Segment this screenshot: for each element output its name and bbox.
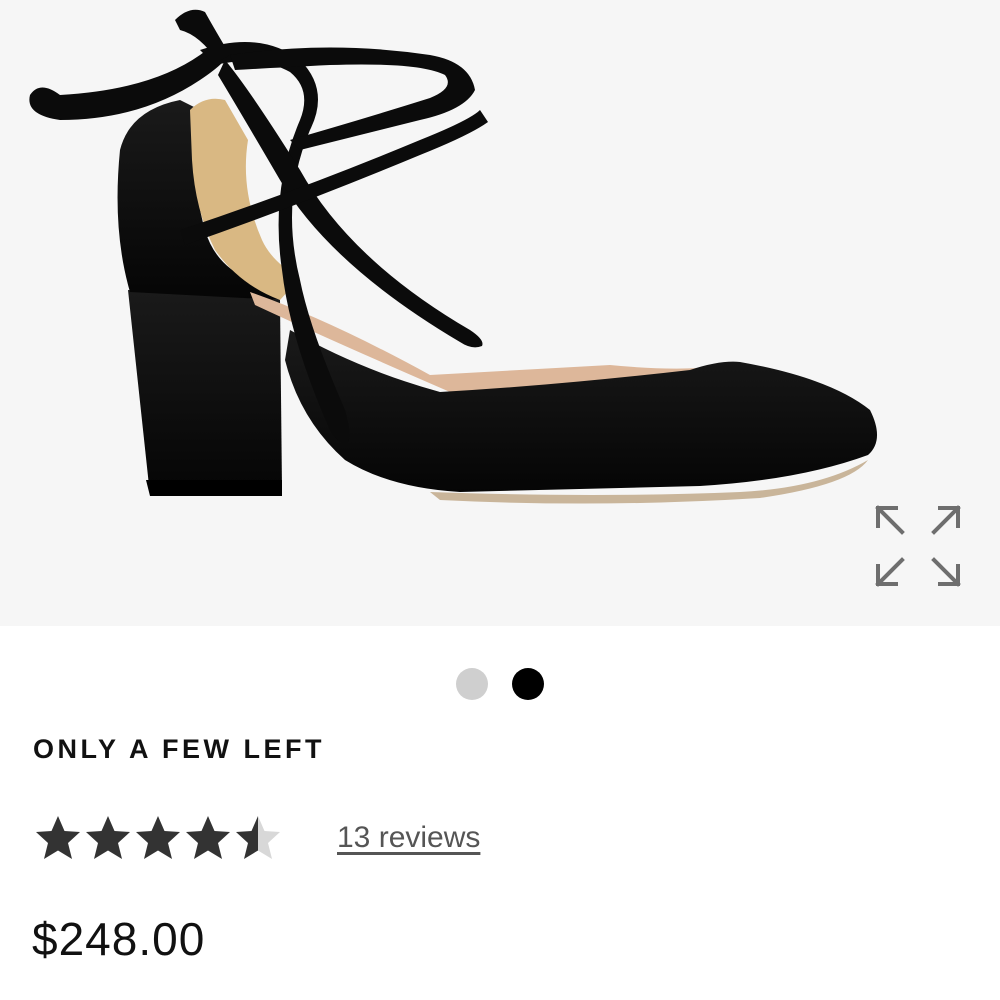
expand-arrows-icon (875, 505, 961, 587)
carousel-dot-2[interactable] (512, 668, 544, 700)
carousel-dots (0, 668, 1000, 700)
stock-status: ONLY A FEW LEFT (33, 734, 326, 764)
star-icon (36, 816, 80, 859)
product-price: $248.00 (32, 913, 206, 965)
star-icon (86, 816, 130, 859)
expand-image-button[interactable] (866, 496, 970, 596)
reviews-link[interactable]: 13 reviews (337, 821, 480, 855)
shoe-image (29, 9, 878, 504)
product-page: ONLY A FEW LEFT 13 reviews $248.00 (0, 0, 1000, 1000)
rating-row: 13 reviews (33, 808, 480, 868)
star-icon (186, 816, 230, 859)
carousel-dot-1[interactable] (456, 668, 488, 700)
star-icon (136, 816, 180, 859)
star-rating (33, 813, 283, 863)
half-star-icon (236, 816, 280, 859)
product-image[interactable] (0, 0, 1000, 626)
